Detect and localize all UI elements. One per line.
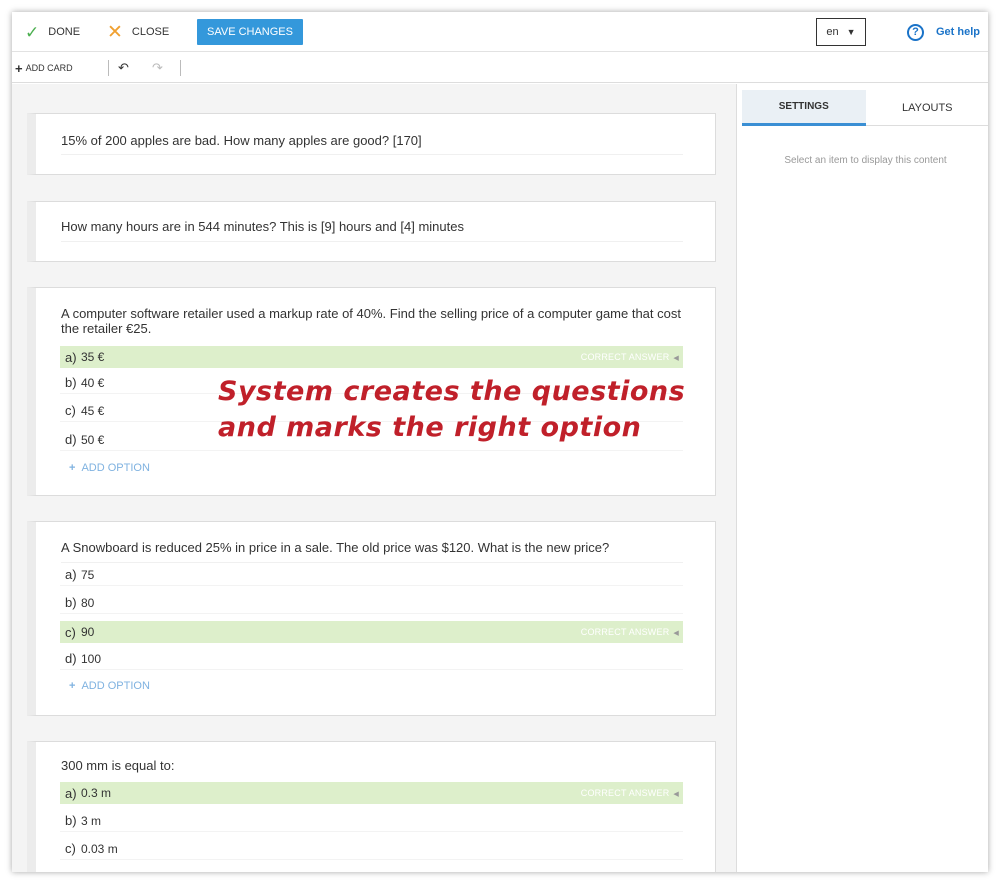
add-card-button[interactable]: + ADD CARD [15, 53, 73, 83]
add-option-label: ADD OPTION [81, 680, 150, 692]
option-row[interactable]: c) 0.03 m [60, 838, 683, 860]
annotation-line: System creates the questions [218, 376, 686, 407]
option-row[interactable]: c) 90 CORRECT ANSWER ◀ [60, 621, 683, 643]
cards-canvas: 15% of 200 apples are bad. How many appl… [12, 84, 736, 872]
tab-layouts[interactable]: LAYOUTS [865, 90, 988, 126]
annotation-overlay: System creates the questions and marks t… [218, 374, 685, 446]
tab-settings[interactable]: SETTINGS [742, 90, 866, 126]
editor-window: ✓ DONE ✕ CLOSE SAVE CHANGES en ▼ ? Get h… [12, 12, 988, 872]
option-value[interactable]: 35 € [81, 350, 104, 364]
sidebar-tabs: SETTINGS LAYOUTS [742, 90, 988, 126]
option-letter: b) [65, 813, 77, 828]
undo-icon[interactable]: ↶ [118, 53, 129, 83]
add-card-label: ADD CARD [25, 63, 73, 73]
question-text[interactable]: 300 mm is equal to: [61, 758, 681, 773]
properties-sidebar: SETTINGS LAYOUTS Select an item to displ… [736, 84, 988, 872]
divider [180, 60, 181, 76]
option-row[interactable]: a) 0.3 m CORRECT ANSWER ◀ [60, 782, 683, 804]
divider [108, 60, 109, 76]
language-value: en [826, 26, 839, 38]
close-button[interactable]: ✕ CLOSE [107, 12, 169, 52]
option-value[interactable]: 90 [81, 625, 94, 639]
correct-answer-badge: CORRECT ANSWER ◀ [581, 788, 679, 798]
option-value[interactable]: 45 € [81, 404, 104, 418]
done-button[interactable]: ✓ DONE [25, 12, 80, 52]
question-card[interactable]: A Snowboard is reduced 25% in price in a… [27, 521, 716, 716]
option-letter: c) [65, 841, 76, 856]
option-letter: d) [65, 432, 77, 447]
add-option-button[interactable]: + ADD OPTION [69, 680, 150, 692]
question-card[interactable]: 15% of 200 apples are bad. How many appl… [27, 113, 716, 175]
option-letter: c) [65, 403, 76, 418]
plus-icon: + [69, 462, 76, 474]
option-row[interactable]: b) 80 [60, 592, 683, 614]
option-letter: b) [65, 595, 77, 610]
get-help-link[interactable]: ? Get help [907, 12, 980, 52]
add-option-button[interactable]: + ADD OPTION [69, 462, 150, 474]
option-letter: a) [65, 785, 77, 801]
annotation-line: and marks the right option [218, 412, 642, 443]
question-text[interactable]: 15% of 200 apples are bad. How many appl… [61, 133, 681, 148]
option-value[interactable]: 75 [81, 568, 94, 582]
question-card[interactable]: How many hours are in 544 minutes? This … [27, 201, 716, 262]
close-label: CLOSE [131, 26, 170, 38]
caret-left-icon: ◀ [673, 791, 679, 798]
option-letter: a) [65, 567, 77, 582]
caret-left-icon: ◀ [673, 630, 679, 637]
top-toolbar: ✓ DONE ✕ CLOSE SAVE CHANGES en ▼ ? Get h… [12, 12, 988, 52]
question-text[interactable]: How many hours are in 544 minutes? This … [61, 219, 681, 234]
secondary-toolbar: + ADD CARD ↶ ↷ [12, 53, 988, 83]
correct-answer-label: CORRECT ANSWER [580, 627, 670, 637]
save-changes-button[interactable]: SAVE CHANGES [197, 19, 303, 45]
divider [61, 562, 683, 563]
option-value[interactable]: 40 € [81, 376, 104, 390]
option-value[interactable]: 0.3 m [81, 786, 111, 800]
language-select[interactable]: en ▼ [816, 18, 866, 46]
plus-icon: + [69, 680, 76, 692]
divider [61, 241, 683, 242]
option-letter: d) [65, 651, 77, 666]
option-value[interactable]: 0.03 m [81, 842, 118, 856]
plus-icon: + [15, 60, 23, 76]
option-letter: b) [65, 375, 77, 390]
question-card[interactable]: 300 mm is equal to: a) 0.3 m CORRECT ANS… [27, 741, 716, 872]
caret-left-icon: ◀ [673, 355, 679, 362]
option-row[interactable]: d) 100 [60, 648, 683, 670]
option-value[interactable]: 100 [81, 652, 101, 666]
question-text[interactable]: A computer software retailer used a mark… [61, 306, 701, 336]
option-value[interactable]: 80 [81, 596, 94, 610]
correct-answer-badge: CORRECT ANSWER ◀ [581, 627, 679, 637]
correct-answer-label: CORRECT ANSWER [580, 352, 670, 362]
redo-icon[interactable]: ↷ [152, 53, 163, 83]
divider [61, 154, 683, 155]
add-option-label: ADD OPTION [81, 462, 150, 474]
empty-state-message: Select an item to display this content [784, 155, 947, 166]
option-letter: c) [65, 624, 76, 640]
option-row[interactable]: b) 3 m [60, 810, 683, 832]
x-icon: ✕ [107, 21, 123, 43]
correct-answer-badge: CORRECT ANSWER ◀ [581, 352, 679, 362]
question-text[interactable]: A Snowboard is reduced 25% in price in a… [61, 540, 701, 555]
option-row[interactable]: a) 75 [60, 564, 683, 586]
dropdown-arrow-icon: ▼ [846, 27, 856, 37]
help-label: Get help [936, 26, 981, 38]
correct-answer-label: CORRECT ANSWER [580, 788, 670, 798]
option-row[interactable]: a) 35 € CORRECT ANSWER ◀ [60, 346, 683, 368]
option-value[interactable]: 50 € [81, 433, 104, 447]
check-icon: ✓ [25, 22, 40, 42]
option-letter: a) [65, 349, 77, 365]
done-label: DONE [48, 26, 81, 38]
question-circle-icon: ? [907, 23, 924, 41]
option-value[interactable]: 3 m [81, 814, 101, 828]
